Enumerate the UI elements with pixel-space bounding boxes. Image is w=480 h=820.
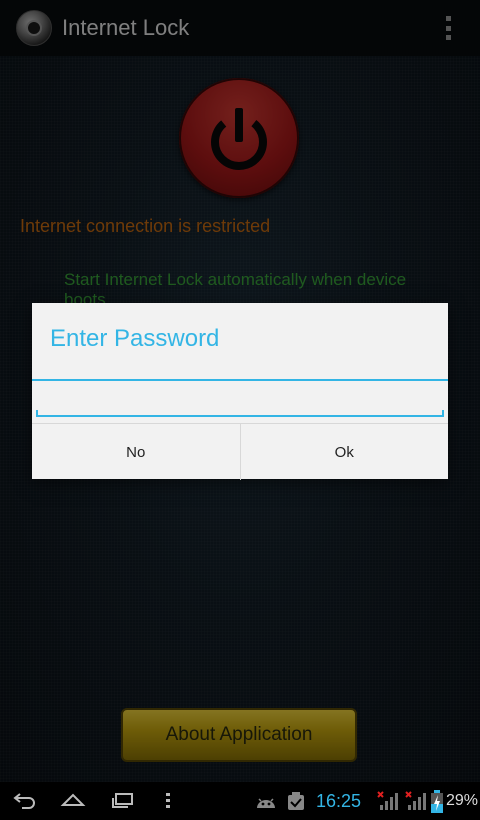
back-icon[interactable]	[12, 790, 38, 810]
system-bar: 16:25 29%	[0, 782, 480, 820]
recent-apps-icon[interactable]	[110, 790, 136, 810]
dialog-title: Enter Password	[50, 325, 220, 352]
dialog-button-bar: No Ok	[32, 423, 448, 480]
battery-charging-icon	[431, 790, 443, 813]
android-debug-icon	[257, 798, 275, 808]
signal-no-service-icon	[377, 791, 398, 810]
no-button[interactable]: No	[32, 424, 240, 480]
signal-no-service-icon	[405, 791, 426, 810]
clock: 16:25	[316, 791, 362, 811]
ok-button[interactable]: Ok	[239, 424, 449, 480]
password-field-wrapper	[36, 383, 444, 417]
password-input[interactable]	[36, 383, 444, 417]
home-icon[interactable]	[60, 790, 86, 810]
battery-percentage: 29%	[446, 792, 479, 809]
menu-icon[interactable]	[160, 790, 176, 810]
password-dialog: Enter Password No Ok	[32, 303, 448, 480]
task-check-icon	[288, 792, 304, 810]
dialog-title-divider	[32, 379, 448, 381]
